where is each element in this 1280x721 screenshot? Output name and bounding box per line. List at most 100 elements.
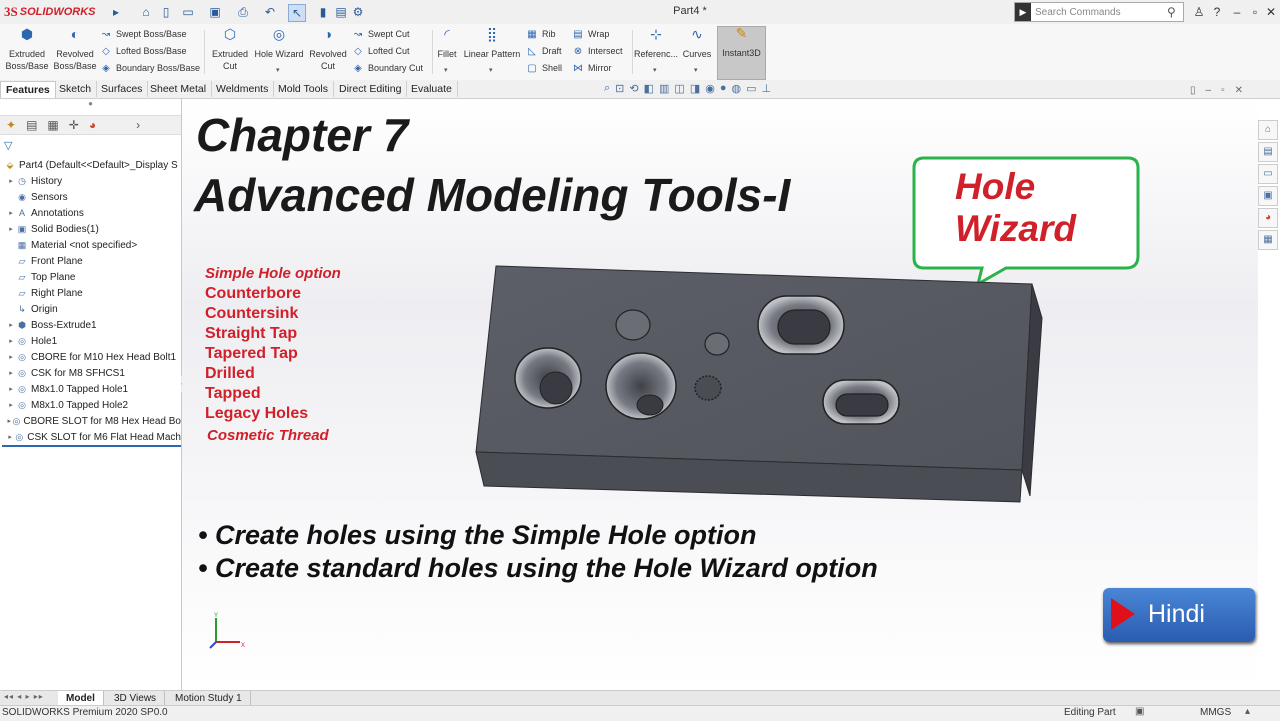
tree-item[interactable]: ▸ ◎ M8x1.0 Tapped Hole2 [0, 397, 181, 413]
tree-root-part[interactable]: ⬙ Part4 (Default<<Default>_Display S [0, 157, 181, 173]
extruded-boss-button[interactable]: ⬢ Extruded Boss/Base [4, 27, 50, 72]
tree-item[interactable]: ▸ ⬢ Boss-Extrude1 [0, 317, 181, 333]
tab-sketch[interactable]: Sketch [54, 81, 98, 97]
linear-pattern-dropdown-icon[interactable]: ▾ [489, 66, 493, 74]
unit-system[interactable]: MMGS [1200, 707, 1231, 718]
mirror-button[interactable]: ⋈ Mirror [572, 60, 612, 76]
display-manager-tab-icon[interactable]: ◕ [89, 118, 96, 132]
fillet-dropdown-icon[interactable]: ▾ [444, 66, 448, 74]
display-style-icon[interactable]: ◨ [690, 82, 700, 98]
zoom-area-icon[interactable]: ⊡ [615, 82, 624, 98]
search-input[interactable]: Search Commands [1031, 7, 1167, 18]
tree-item[interactable]: ▸ ◎ CSK for M8 SFHCS1 [0, 365, 181, 381]
configuration-manager-tab-icon[interactable]: ▦ [47, 118, 58, 132]
dynamic-annotation-icon[interactable]: ▥ [659, 82, 669, 98]
expand-arrow-icon[interactable]: ▸ [6, 209, 16, 217]
tree-item[interactable]: ▸ ◷ History [0, 173, 181, 189]
tab-surfaces[interactable]: Surfaces [96, 81, 149, 97]
zoom-to-fit-icon[interactable]: ⌕ [604, 82, 610, 98]
view-palette-icon[interactable]: ▣ [1258, 186, 1278, 206]
tab-direct-editing[interactable]: Direct Editing [334, 81, 408, 97]
edit-appearance-icon[interactable]: ● [720, 82, 727, 98]
tab-sheet-metal[interactable]: Sheet Metal [145, 81, 213, 97]
draft-button[interactable]: ◺ Draft [526, 43, 561, 59]
tree-item[interactable]: ▦ Material <not specified> [0, 237, 181, 253]
tab-evaluate[interactable]: Evaluate [406, 81, 458, 97]
tree-item[interactable]: ▸ ◎ Hole1 [0, 333, 181, 349]
expand-arrow-icon[interactable]: ▸ [6, 385, 16, 393]
tab-model[interactable]: Model [58, 691, 104, 706]
user-icon[interactable]: ♙ [1190, 3, 1208, 21]
tree-item[interactable]: ↳ Origin [0, 301, 181, 317]
rebuild-icon[interactable]: ▮ [315, 4, 331, 20]
reference-dropdown-icon[interactable]: ▾ [653, 66, 657, 74]
panel-splitter[interactable]: ● [0, 99, 181, 115]
hole-wizard-button[interactable]: ◎ Hole Wizard [254, 27, 304, 60]
shell-button[interactable]: ▢ Shell [526, 60, 562, 76]
expand-arrow-icon[interactable]: ▸ [6, 369, 16, 377]
tab-scroll-icons[interactable]: ◂◂ ◂ ▸ ▸▸ [4, 692, 44, 701]
expand-tabs-icon[interactable]: › [136, 118, 140, 132]
view-orientation-icon[interactable]: ◫ [674, 82, 684, 98]
view-settings-icon[interactable]: ▭ [746, 82, 756, 98]
custom-properties-icon[interactable]: ▦ [1258, 230, 1278, 250]
instant3d-button[interactable]: ✎ Instant3D [717, 26, 766, 80]
tab-motion-study[interactable]: Motion Study 1 [167, 691, 251, 706]
extruded-cut-button[interactable]: ⬡ Extruded Cut [208, 27, 252, 72]
curves-button[interactable]: ∿ Curves [680, 27, 714, 60]
hole-wizard-dropdown-icon[interactable]: ▾ [276, 66, 280, 74]
boundary-cut-button[interactable]: ◈ Boundary Cut [352, 60, 423, 76]
feature-manager-tab-icon[interactable]: ✦ [6, 118, 16, 132]
expand-arrow-icon[interactable]: ▸ [6, 337, 16, 345]
dimxpert-manager-tab-icon[interactable]: ✛ [69, 118, 79, 132]
section-view-icon[interactable]: ◧ [644, 82, 654, 98]
undo-icon[interactable]: ↶ [262, 4, 278, 20]
intersect-button[interactable]: ⊗ Intersect [572, 43, 623, 59]
search-icon[interactable]: ⚲ [1167, 5, 1183, 19]
rib-button[interactable]: ▦ Rib [526, 26, 555, 42]
units-dropdown-icon[interactable]: ▴ [1245, 706, 1250, 717]
rebuild-status-icon[interactable]: ▣ [1135, 706, 1144, 717]
rollback-bar[interactable] [2, 445, 181, 447]
display-pane-icon[interactable]: ⊥ [762, 82, 772, 98]
revolved-cut-button[interactable]: ◑ Revolved Cut [306, 27, 350, 72]
tab-features[interactable]: Features [0, 81, 56, 98]
filter-icon[interactable]: ▽ [4, 139, 12, 152]
new-document-icon[interactable]: ▯ [158, 4, 174, 20]
expand-arrow-icon[interactable]: ▸ [6, 353, 16, 361]
close-icon[interactable]: ✕ [1262, 3, 1280, 21]
hide-show-items-icon[interactable]: ◉ [705, 82, 715, 98]
tree-item[interactable]: ▸ ◎ M8x1.0 Tapped Hole1 [0, 381, 181, 397]
print-icon[interactable]: ⎙ [235, 4, 251, 20]
expand-menu-icon[interactable]: ▸ [108, 4, 124, 20]
curves-dropdown-icon[interactable]: ▾ [694, 66, 698, 74]
solidworks-logo[interactable]: 3S SOLIDWORKS [4, 3, 96, 21]
tree-item[interactable]: ▸ ◎ CBORE for M10 Hex Head Bolt1 [0, 349, 181, 365]
tree-item[interactable]: ▸ ▣ Solid Bodies(1) [0, 221, 181, 237]
tree-item[interactable]: ▱ Top Plane [0, 269, 181, 285]
tree-item[interactable]: ◉ Sensors [0, 189, 181, 205]
expand-arrow-icon[interactable]: ▸ [6, 177, 16, 185]
appearances-icon[interactable]: ◕ [1258, 208, 1278, 228]
swept-boss-button[interactable]: ↝ Swept Boss/Base [100, 26, 187, 42]
expand-arrow-icon[interactable]: ▸ [6, 225, 16, 233]
swept-cut-button[interactable]: ↝ Swept Cut [352, 26, 410, 42]
solidworks-resources-icon[interactable]: ⌂ [1258, 120, 1278, 140]
revolved-boss-button[interactable]: ◐ Revolved Boss/Base [52, 27, 98, 72]
wrap-button[interactable]: ▤ Wrap [572, 26, 609, 42]
open-folder-icon[interactable]: ▭ [180, 4, 196, 20]
help-icon[interactable]: ? [1208, 3, 1226, 21]
search-mode-icon[interactable]: ▶ [1015, 3, 1031, 21]
minimize-icon[interactable]: – [1228, 3, 1246, 21]
tab-mold-tools[interactable]: Mold Tools [273, 81, 334, 97]
fillet-button[interactable]: ◜ Fillet [434, 27, 460, 60]
file-explorer-icon[interactable]: ▭ [1258, 164, 1278, 184]
options-gear-icon[interactable]: ⚙ [350, 4, 366, 20]
tree-item[interactable]: ▸ A Annotations [0, 205, 181, 221]
expand-arrow-icon[interactable]: ▸ [6, 321, 16, 329]
select-cursor-icon[interactable]: ↖ [288, 4, 306, 22]
search-commands-box[interactable]: ▶ Search Commands ⚲ [1014, 2, 1184, 22]
property-manager-tab-icon[interactable]: ▤ [26, 118, 37, 132]
previous-view-icon[interactable]: ⟲ [629, 82, 638, 98]
close-doc-icon[interactable]: ✕ [1235, 85, 1243, 96]
